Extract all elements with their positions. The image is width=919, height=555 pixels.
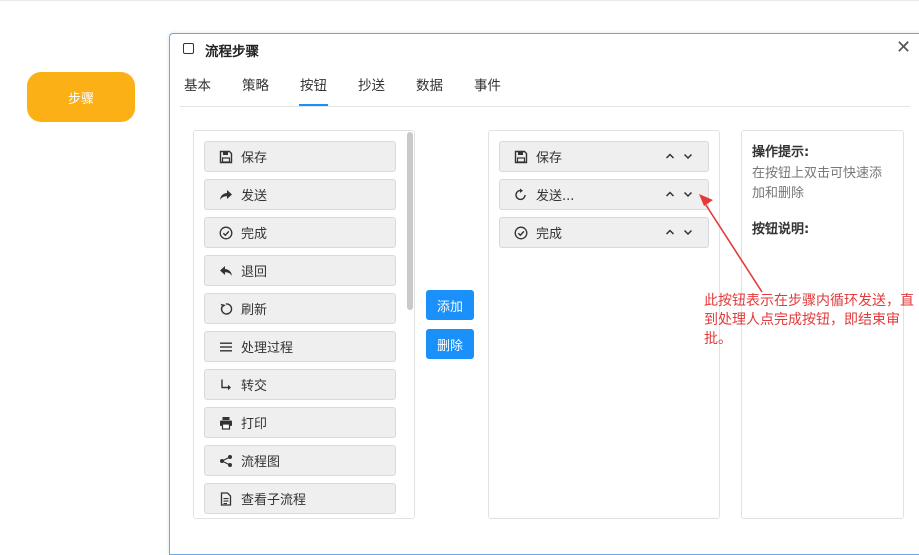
forward-arrow-icon — [218, 377, 234, 393]
tips-title: 操作提示: — [752, 145, 810, 160]
list-item-label: 流程图 — [241, 455, 281, 470]
annotation-text: 此按钮表示在步骤内循环发送，直到处理人点完成按钮，即结束审批。 — [704, 293, 914, 347]
print-icon — [218, 415, 234, 431]
selected-item-label: 完成 — [536, 227, 563, 242]
list-item-label: 打印 — [241, 417, 268, 432]
delete-button[interactable]: 删除 — [426, 329, 474, 359]
check-circle-icon — [513, 225, 529, 241]
loop-icon — [513, 187, 529, 203]
dialog-title: 流程步骤 — [205, 44, 259, 60]
list-item-label: 处理过程 — [241, 341, 294, 356]
list-item-refresh[interactable]: 刷新 — [204, 293, 396, 324]
reorder-controls — [664, 188, 694, 200]
selected-item-save[interactable]: 保存 — [499, 141, 709, 172]
tab-basic[interactable]: 基本 — [184, 74, 211, 106]
tab-data[interactable]: 数据 — [416, 74, 443, 106]
tabs-divider — [180, 106, 910, 107]
save-icon — [513, 149, 529, 165]
list-icon — [218, 339, 234, 355]
share-icon — [218, 187, 234, 203]
chevron-up-icon[interactable] — [664, 188, 676, 200]
selected-item-complete[interactable]: 完成 — [499, 217, 709, 248]
step-node[interactable]: 步骤 — [27, 72, 135, 122]
list-item-send[interactable]: 发送 — [204, 179, 396, 210]
list-item-label: 退回 — [241, 265, 268, 280]
top-divider — [0, 0, 919, 1]
tab-strategy[interactable]: 策略 — [242, 74, 269, 106]
list-item-complete[interactable]: 完成 — [204, 217, 396, 248]
list-item-label: 查看子流程 — [241, 493, 307, 508]
chevron-down-icon[interactable] — [682, 188, 694, 200]
available-buttons-list[interactable]: 保存 发送 完成 退回 刷新 处理过程 转交 打印 流程图 查看子流程 — [193, 130, 415, 519]
list-item-transfer[interactable]: 转交 — [204, 369, 396, 400]
refresh-icon — [218, 301, 234, 317]
tab-events[interactable]: 事件 — [474, 74, 501, 106]
chevron-up-icon[interactable] — [664, 150, 676, 162]
selected-buttons-list[interactable]: 保存 发送... 完成 — [488, 130, 720, 519]
list-item-save[interactable]: 保存 — [204, 141, 396, 172]
add-button[interactable]: 添加 — [426, 290, 474, 320]
step-node-label: 步骤 — [67, 91, 94, 107]
list-item-print[interactable]: 打印 — [204, 407, 396, 438]
tips-text: 在按钮上双击可快速添加和删除 — [752, 166, 883, 201]
document-icon — [218, 491, 234, 507]
chevron-down-icon[interactable] — [682, 150, 694, 162]
close-button[interactable]: ✕ — [896, 39, 911, 57]
dialog-titlebar: 流程步骤 ✕ — [170, 34, 919, 64]
list-item-label: 转交 — [241, 379, 268, 394]
button-description-title: 按钮说明: — [752, 222, 810, 237]
list-scrollbar[interactable] — [407, 132, 413, 310]
add-button-label: 添加 — [436, 299, 463, 315]
selected-item-label: 发送... — [536, 189, 575, 204]
tab-buttons[interactable]: 按钮 — [299, 74, 328, 106]
list-item-view-subflow[interactable]: 查看子流程 — [204, 483, 396, 514]
list-item-label: 发送 — [241, 189, 268, 204]
check-circle-icon — [218, 225, 234, 241]
tab-cc[interactable]: 抄送 — [358, 74, 385, 106]
reorder-controls — [664, 226, 694, 238]
list-item-return[interactable]: 退回 — [204, 255, 396, 286]
reply-icon — [218, 263, 234, 279]
delete-button-label: 删除 — [436, 338, 463, 354]
list-item-label: 刷新 — [241, 303, 268, 318]
list-item-process-history[interactable]: 处理过程 — [204, 331, 396, 362]
reorder-controls — [664, 150, 694, 162]
selected-item-send-loop[interactable]: 发送... — [499, 179, 709, 210]
network-icon — [218, 453, 234, 469]
window-icon — [183, 43, 194, 54]
chevron-up-icon[interactable] — [664, 226, 676, 238]
list-item-label: 完成 — [241, 227, 268, 242]
list-item-label: 保存 — [241, 151, 268, 166]
tab-bar: 基本 策略 按钮 抄送 数据 事件 — [184, 74, 532, 106]
list-item-flowchart[interactable]: 流程图 — [204, 445, 396, 476]
save-icon — [218, 149, 234, 165]
selected-item-label: 保存 — [536, 151, 563, 166]
chevron-down-icon[interactable] — [682, 226, 694, 238]
